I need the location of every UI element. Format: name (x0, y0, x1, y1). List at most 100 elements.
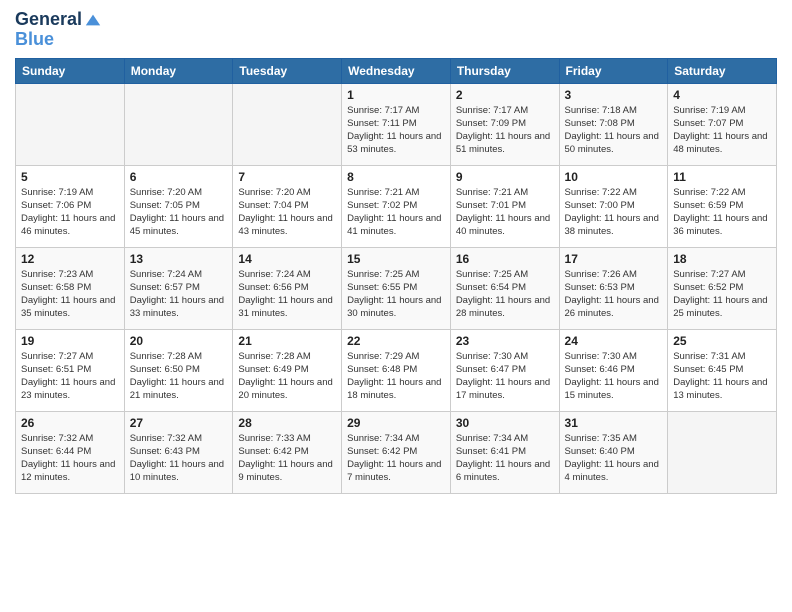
calendar-cell: 20 Sunrise: 7:28 AMSunset: 6:50 PMDaylig… (124, 329, 233, 411)
calendar-cell: 18 Sunrise: 7:27 AMSunset: 6:52 PMDaylig… (668, 247, 777, 329)
logo-text: General (15, 10, 82, 30)
day-number: 29 (347, 416, 445, 430)
day-info: Sunrise: 7:22 AMSunset: 6:59 PMDaylight:… (673, 186, 771, 239)
calendar-cell: 12 Sunrise: 7:23 AMSunset: 6:58 PMDaylig… (16, 247, 125, 329)
calendar-cell: 3 Sunrise: 7:18 AMSunset: 7:08 PMDayligh… (559, 83, 668, 165)
calendar-cell: 26 Sunrise: 7:32 AMSunset: 6:44 PMDaylig… (16, 411, 125, 493)
page-header: General Blue (15, 10, 777, 50)
calendar-cell: 24 Sunrise: 7:30 AMSunset: 6:46 PMDaylig… (559, 329, 668, 411)
day-number: 23 (456, 334, 554, 348)
day-info: Sunrise: 7:29 AMSunset: 6:48 PMDaylight:… (347, 350, 445, 403)
logo-text-blue: Blue (15, 30, 102, 50)
calendar-cell: 16 Sunrise: 7:25 AMSunset: 6:54 PMDaylig… (450, 247, 559, 329)
day-info: Sunrise: 7:30 AMSunset: 6:47 PMDaylight:… (456, 350, 554, 403)
calendar-cell: 22 Sunrise: 7:29 AMSunset: 6:48 PMDaylig… (342, 329, 451, 411)
calendar-cell: 28 Sunrise: 7:33 AMSunset: 6:42 PMDaylig… (233, 411, 342, 493)
day-info: Sunrise: 7:32 AMSunset: 6:43 PMDaylight:… (130, 432, 228, 485)
day-number: 7 (238, 170, 336, 184)
day-info: Sunrise: 7:24 AMSunset: 6:56 PMDaylight:… (238, 268, 336, 321)
day-info: Sunrise: 7:27 AMSunset: 6:51 PMDaylight:… (21, 350, 119, 403)
calendar-cell: 10 Sunrise: 7:22 AMSunset: 7:00 PMDaylig… (559, 165, 668, 247)
day-info: Sunrise: 7:25 AMSunset: 6:54 PMDaylight:… (456, 268, 554, 321)
day-info: Sunrise: 7:34 AMSunset: 6:41 PMDaylight:… (456, 432, 554, 485)
day-info: Sunrise: 7:18 AMSunset: 7:08 PMDaylight:… (565, 104, 663, 157)
day-number: 21 (238, 334, 336, 348)
day-info: Sunrise: 7:27 AMSunset: 6:52 PMDaylight:… (673, 268, 771, 321)
calendar-cell: 6 Sunrise: 7:20 AMSunset: 7:05 PMDayligh… (124, 165, 233, 247)
day-number: 19 (21, 334, 119, 348)
day-number: 15 (347, 252, 445, 266)
day-info: Sunrise: 7:17 AMSunset: 7:11 PMDaylight:… (347, 104, 445, 157)
calendar-cell: 19 Sunrise: 7:27 AMSunset: 6:51 PMDaylig… (16, 329, 125, 411)
calendar-cell: 1 Sunrise: 7:17 AMSunset: 7:11 PMDayligh… (342, 83, 451, 165)
calendar-week-row: 12 Sunrise: 7:23 AMSunset: 6:58 PMDaylig… (16, 247, 777, 329)
calendar-cell: 5 Sunrise: 7:19 AMSunset: 7:06 PMDayligh… (16, 165, 125, 247)
day-number: 8 (347, 170, 445, 184)
day-number: 1 (347, 88, 445, 102)
calendar-cell: 31 Sunrise: 7:35 AMSunset: 6:40 PMDaylig… (559, 411, 668, 493)
weekday-header-saturday: Saturday (668, 58, 777, 83)
page-container: General Blue SundayMondayTuesdayWednesda… (0, 0, 792, 612)
calendar-cell: 30 Sunrise: 7:34 AMSunset: 6:41 PMDaylig… (450, 411, 559, 493)
calendar-cell: 7 Sunrise: 7:20 AMSunset: 7:04 PMDayligh… (233, 165, 342, 247)
day-info: Sunrise: 7:19 AMSunset: 7:06 PMDaylight:… (21, 186, 119, 239)
day-info: Sunrise: 7:26 AMSunset: 6:53 PMDaylight:… (565, 268, 663, 321)
day-number: 25 (673, 334, 771, 348)
day-number: 28 (238, 416, 336, 430)
day-number: 4 (673, 88, 771, 102)
day-number: 10 (565, 170, 663, 184)
day-info: Sunrise: 7:22 AMSunset: 7:00 PMDaylight:… (565, 186, 663, 239)
day-number: 3 (565, 88, 663, 102)
weekday-header-thursday: Thursday (450, 58, 559, 83)
day-info: Sunrise: 7:23 AMSunset: 6:58 PMDaylight:… (21, 268, 119, 321)
day-info: Sunrise: 7:19 AMSunset: 7:07 PMDaylight:… (673, 104, 771, 157)
day-number: 26 (21, 416, 119, 430)
weekday-header-monday: Monday (124, 58, 233, 83)
day-info: Sunrise: 7:20 AMSunset: 7:05 PMDaylight:… (130, 186, 228, 239)
day-number: 2 (456, 88, 554, 102)
weekday-header-friday: Friday (559, 58, 668, 83)
calendar-cell: 14 Sunrise: 7:24 AMSunset: 6:56 PMDaylig… (233, 247, 342, 329)
weekday-header-tuesday: Tuesday (233, 58, 342, 83)
day-info: Sunrise: 7:25 AMSunset: 6:55 PMDaylight:… (347, 268, 445, 321)
calendar-header-row: SundayMondayTuesdayWednesdayThursdayFrid… (16, 58, 777, 83)
calendar-cell (668, 411, 777, 493)
day-number: 5 (21, 170, 119, 184)
calendar-cell: 23 Sunrise: 7:30 AMSunset: 6:47 PMDaylig… (450, 329, 559, 411)
day-info: Sunrise: 7:24 AMSunset: 6:57 PMDaylight:… (130, 268, 228, 321)
day-info: Sunrise: 7:33 AMSunset: 6:42 PMDaylight:… (238, 432, 336, 485)
calendar-cell: 17 Sunrise: 7:26 AMSunset: 6:53 PMDaylig… (559, 247, 668, 329)
day-info: Sunrise: 7:17 AMSunset: 7:09 PMDaylight:… (456, 104, 554, 157)
logo: General Blue (15, 10, 102, 50)
weekday-header-sunday: Sunday (16, 58, 125, 83)
day-number: 18 (673, 252, 771, 266)
calendar-week-row: 19 Sunrise: 7:27 AMSunset: 6:51 PMDaylig… (16, 329, 777, 411)
day-number: 22 (347, 334, 445, 348)
calendar-cell: 8 Sunrise: 7:21 AMSunset: 7:02 PMDayligh… (342, 165, 451, 247)
calendar-table: SundayMondayTuesdayWednesdayThursdayFrid… (15, 58, 777, 494)
day-number: 24 (565, 334, 663, 348)
logo-icon (84, 11, 102, 29)
day-number: 17 (565, 252, 663, 266)
day-number: 14 (238, 252, 336, 266)
calendar-cell: 25 Sunrise: 7:31 AMSunset: 6:45 PMDaylig… (668, 329, 777, 411)
calendar-cell: 15 Sunrise: 7:25 AMSunset: 6:55 PMDaylig… (342, 247, 451, 329)
day-number: 31 (565, 416, 663, 430)
day-number: 12 (21, 252, 119, 266)
day-number: 11 (673, 170, 771, 184)
weekday-header-wednesday: Wednesday (342, 58, 451, 83)
day-number: 9 (456, 170, 554, 184)
day-info: Sunrise: 7:32 AMSunset: 6:44 PMDaylight:… (21, 432, 119, 485)
calendar-cell: 29 Sunrise: 7:34 AMSunset: 6:42 PMDaylig… (342, 411, 451, 493)
day-number: 27 (130, 416, 228, 430)
day-info: Sunrise: 7:21 AMSunset: 7:01 PMDaylight:… (456, 186, 554, 239)
day-info: Sunrise: 7:28 AMSunset: 6:50 PMDaylight:… (130, 350, 228, 403)
calendar-week-row: 26 Sunrise: 7:32 AMSunset: 6:44 PMDaylig… (16, 411, 777, 493)
calendar-cell (16, 83, 125, 165)
calendar-cell: 27 Sunrise: 7:32 AMSunset: 6:43 PMDaylig… (124, 411, 233, 493)
day-info: Sunrise: 7:30 AMSunset: 6:46 PMDaylight:… (565, 350, 663, 403)
day-number: 13 (130, 252, 228, 266)
calendar-cell: 21 Sunrise: 7:28 AMSunset: 6:49 PMDaylig… (233, 329, 342, 411)
calendar-cell (124, 83, 233, 165)
calendar-cell: 2 Sunrise: 7:17 AMSunset: 7:09 PMDayligh… (450, 83, 559, 165)
